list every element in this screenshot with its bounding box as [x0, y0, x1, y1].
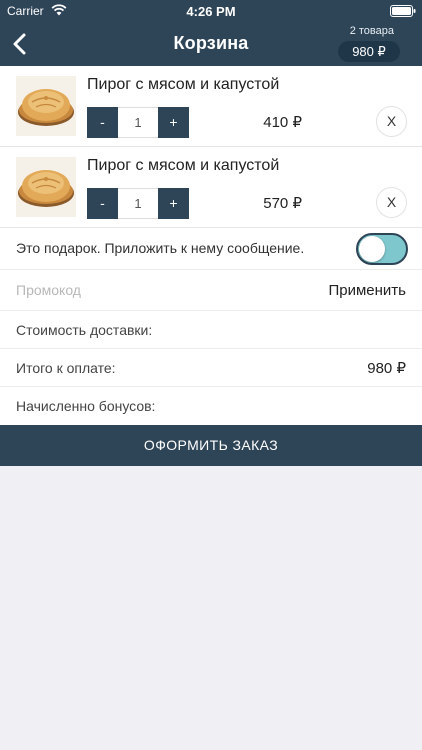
- increase-quantity-button[interactable]: +: [158, 188, 189, 219]
- status-time: 4:26 PM: [186, 4, 236, 19]
- bonus-label: Начисленно бонусов:: [16, 398, 156, 414]
- status-bar: Carrier 4:26 PM: [0, 0, 422, 22]
- quantity-value: 1: [118, 107, 158, 138]
- checkout-button[interactable]: ОФОРМИТЬ ЗАКАЗ: [0, 425, 422, 466]
- item-price: 570 ₽: [263, 195, 302, 212]
- cart-item: Пирог с мясом и капустой - 1 + 570 ₽ X: [0, 147, 422, 228]
- increase-quantity-button[interactable]: +: [158, 107, 189, 138]
- item-price: 410 ₽: [263, 114, 302, 131]
- cart-item: Пирог с мясом и капустой - 1 + 410 ₽ X: [0, 66, 422, 147]
- item-name: Пирог с мясом и капустой: [87, 157, 280, 174]
- quantity-stepper: - 1 +: [87, 188, 189, 219]
- remove-item-button[interactable]: X: [376, 187, 407, 218]
- bonus-row: Начисленно бонусов:: [0, 387, 422, 425]
- decrease-quantity-button[interactable]: -: [87, 107, 118, 138]
- decrease-quantity-button[interactable]: -: [87, 188, 118, 219]
- item-name: Пирог с мясом и капустой: [87, 76, 280, 93]
- gift-label: Это подарок. Приложить к нему сообщение.: [16, 240, 305, 256]
- quantity-value: 1: [118, 188, 158, 219]
- apply-promo-button[interactable]: Применить: [328, 282, 406, 299]
- item-count-label: 2 товара: [349, 25, 394, 37]
- cart-content: Пирог с мясом и капустой - 1 + 410 ₽ X П…: [0, 66, 422, 425]
- toggle-knob: [359, 236, 385, 262]
- pie-image: [16, 76, 76, 136]
- total-label: Итого к оплате:: [16, 360, 116, 376]
- cart-total-badge: 980 ₽: [338, 41, 400, 62]
- promo-row: Применить: [0, 270, 422, 311]
- delivery-cost-label: Стоимость доставки:: [16, 322, 153, 338]
- gift-toggle[interactable]: [356, 233, 408, 265]
- battery-icon: [390, 5, 416, 17]
- total-row: Итого к оплате: 980 ₽: [0, 349, 422, 387]
- nav-header: Carrier 4:26 PM Корзина 2 товара 980 ₽: [0, 0, 422, 66]
- delivery-cost-row: Стоимость доставки:: [0, 311, 422, 349]
- promo-code-input[interactable]: [16, 279, 296, 301]
- total-value: 980 ₽: [367, 360, 406, 377]
- quantity-stepper: - 1 +: [87, 107, 189, 138]
- pie-image: [16, 157, 76, 217]
- gift-option-row: Это подарок. Приложить к нему сообщение.: [0, 228, 422, 270]
- remove-item-button[interactable]: X: [376, 106, 407, 137]
